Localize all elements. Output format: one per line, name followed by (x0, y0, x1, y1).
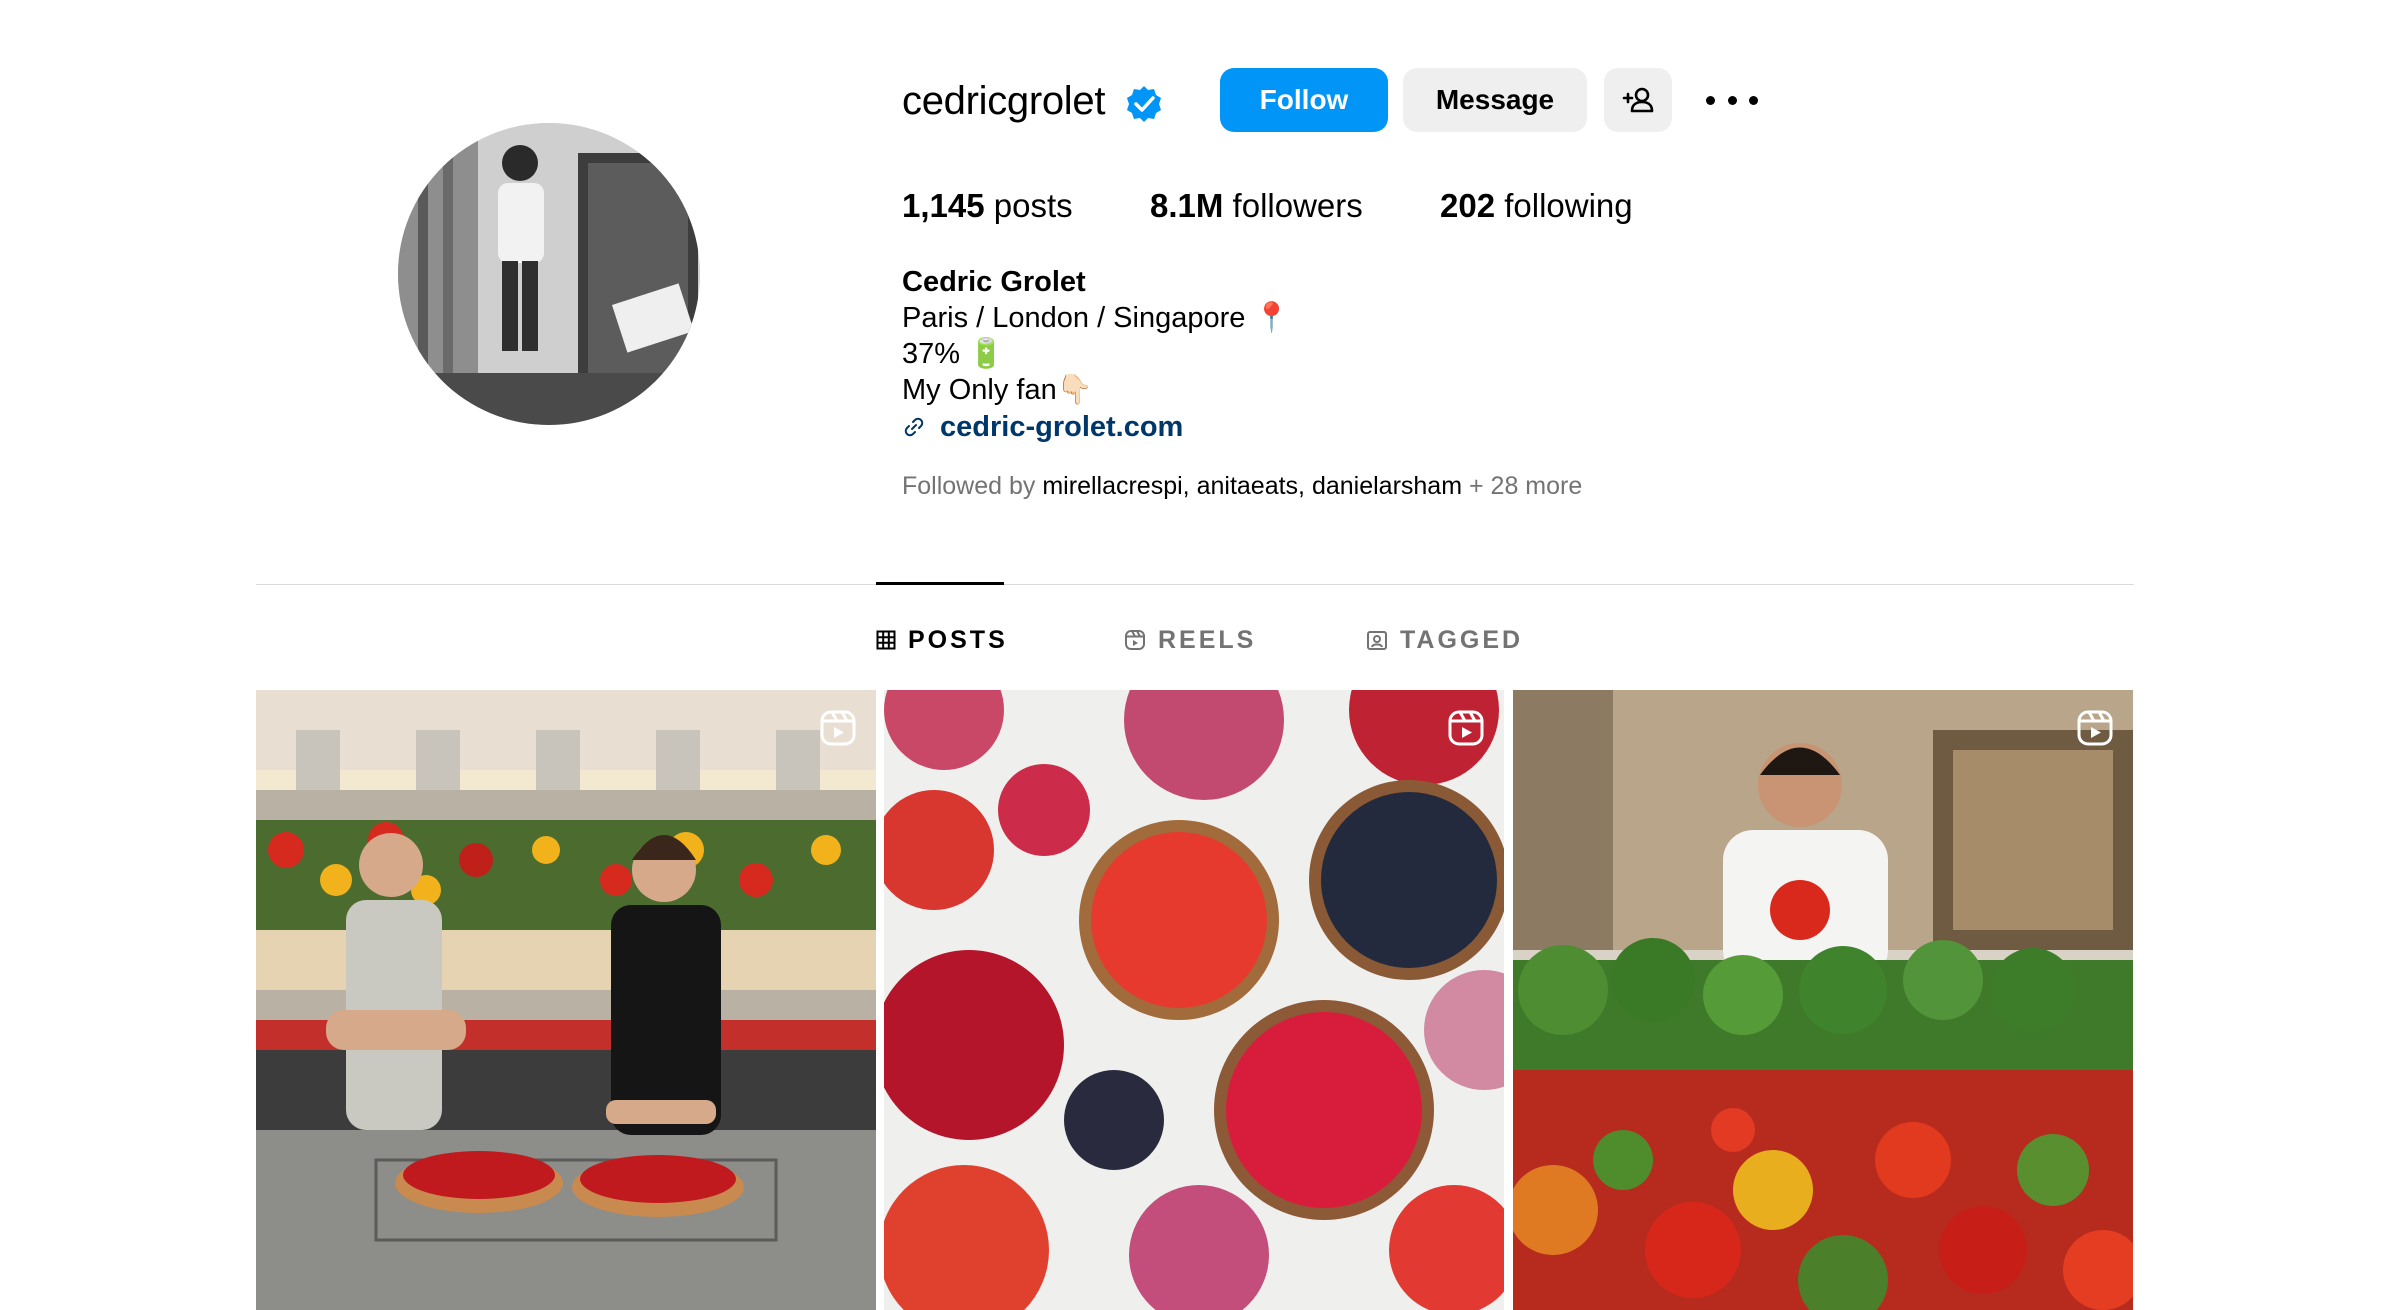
following-stat[interactable]: 202 following (1440, 186, 1633, 226)
tabs-divider (256, 584, 2134, 585)
message-button[interactable]: Message (1403, 68, 1587, 132)
reels-icon (1125, 630, 1145, 650)
profile-username: cedricgrolet (902, 79, 1106, 123)
followers-label: followers (1232, 187, 1363, 224)
reel-icon (2077, 710, 2113, 746)
tab-reels-label: REELS (1158, 625, 1257, 654)
bio-line-location: Paris / London / Singapore 📍 (902, 302, 1290, 334)
posts-count-stat[interactable]: 1,145 posts (902, 186, 1073, 226)
tagged-icon (1367, 631, 1387, 650)
link-icon (904, 417, 924, 437)
verified-badge-icon (1124, 84, 1164, 124)
tab-reels[interactable]: REELS (1124, 620, 1256, 660)
post-tile[interactable] (1513, 690, 2133, 1310)
followed-by-prefix: Followed by (902, 472, 1036, 500)
followers-count: 8.1M (1150, 187, 1224, 224)
follow-button[interactable]: Follow (1220, 68, 1388, 132)
followed-by[interactable]: Followed by mirellacrespi, anitaeats, da… (902, 470, 1582, 502)
post-image-tomatoes (1513, 690, 2133, 1310)
tab-posts-label: POSTS (908, 625, 1008, 654)
post-image-bakery (256, 690, 876, 1310)
tab-tagged[interactable]: TAGGED (1366, 620, 1523, 660)
bio-link[interactable]: cedric-grolet.com (902, 408, 1183, 446)
following-label: following (1504, 187, 1633, 224)
followed-by-separator: , (1182, 472, 1197, 500)
posts-label: posts (993, 187, 1073, 224)
tab-posts[interactable]: POSTS (876, 620, 1008, 660)
grid-icon (876, 630, 896, 650)
reel-icon (820, 710, 856, 746)
posts-count: 1,145 (902, 187, 985, 224)
profile-full-name: Cedric Grolet (902, 266, 1086, 298)
following-count: 202 (1440, 187, 1496, 224)
followed-by-separator: , (1298, 472, 1312, 500)
bio-line-fan: My Only fan👇🏻 (902, 374, 1093, 406)
profile-avatar[interactable] (398, 123, 700, 425)
avatar-image (398, 123, 700, 425)
tab-tagged-label: TAGGED (1400, 625, 1524, 654)
followed-by-user[interactable]: danielarsham (1312, 472, 1462, 500)
active-tab-indicator (876, 582, 1004, 585)
add-person-icon (1622, 87, 1654, 113)
post-tile[interactable] (256, 690, 876, 1310)
bio-link-text[interactable]: cedric-grolet.com (940, 411, 1183, 444)
suggested-users-button[interactable] (1604, 68, 1672, 132)
post-image-tarts (884, 690, 1504, 1310)
followers-stat[interactable]: 8.1M followers (1150, 186, 1363, 226)
more-options-icon[interactable] (1706, 82, 1758, 118)
post-tile[interactable] (884, 690, 1504, 1310)
followed-by-user[interactable]: anitaeats (1197, 472, 1298, 500)
followed-by-more: + 28 more (1469, 472, 1583, 500)
followed-by-user[interactable]: mirellacrespi (1042, 472, 1182, 500)
reel-icon (1448, 710, 1484, 746)
bio-line-battery: 37% 🔋 (902, 338, 1005, 370)
